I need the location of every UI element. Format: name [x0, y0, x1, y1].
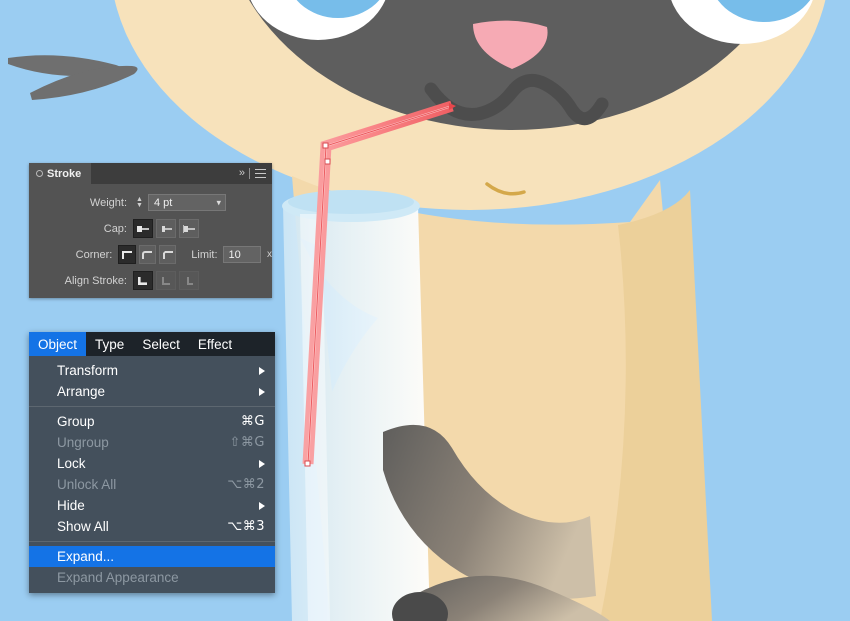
- menu-item-unlock-all: Unlock All ⌥⌘2: [29, 474, 275, 495]
- stroke-panel-title: Stroke: [47, 167, 82, 180]
- align-stroke-row: Align Stroke:: [29, 270, 272, 291]
- menu-item-label: Ungroup: [57, 435, 109, 450]
- menu-item-label: Group: [57, 414, 95, 429]
- menu-item-group[interactable]: Group ⌘G: [29, 411, 275, 432]
- panel-menu-icon[interactable]: [255, 169, 266, 178]
- weight-input[interactable]: 4 pt ▾: [148, 194, 226, 211]
- menu-separator: [29, 406, 275, 407]
- menubar-item-label: Effect: [197, 336, 233, 352]
- menu-item-label: Lock: [57, 456, 86, 471]
- menubar-item-effect[interactable]: Effect: [189, 332, 241, 356]
- align-inside-icon[interactable]: [156, 271, 176, 290]
- weight-value: 4 pt: [154, 196, 173, 209]
- menu-item-label: Arrange: [57, 384, 106, 399]
- align-stroke-label: Align Stroke:: [64, 274, 127, 287]
- panel-tab-dot-icon: [36, 170, 43, 177]
- cap-row: Cap:: [29, 218, 272, 239]
- menu-separator: [29, 541, 275, 542]
- menu-item-shortcut: ⌘G: [240, 414, 265, 429]
- limit-value: 10: [228, 248, 241, 261]
- menubar-item-label: Type: [95, 336, 125, 352]
- menu-item-label: Hide: [57, 498, 85, 513]
- menu-item-label: Unlock All: [57, 477, 117, 492]
- menu-item-label: Expand Appearance: [57, 570, 179, 585]
- screenshot-stage: Stroke » Weight: ▲ ▼ 4 pt ▾ Cap: Corner:…: [0, 0, 850, 621]
- menu-item-label: Show All: [57, 519, 109, 534]
- weight-row: Weight: ▲ ▼ 4 pt ▾: [29, 192, 272, 213]
- miter-join-icon[interactable]: [118, 245, 136, 264]
- menubar-item-label: Select: [142, 336, 180, 352]
- bevel-join-icon[interactable]: [158, 245, 177, 264]
- header-divider: [249, 168, 250, 179]
- align-center-icon[interactable]: [133, 271, 153, 290]
- menu-item-ungroup: Ungroup ⇧⌘G: [29, 432, 275, 453]
- butt-cap-icon[interactable]: [133, 219, 153, 238]
- submenu-arrow-icon: [259, 501, 265, 510]
- stroke-panel-tab[interactable]: Stroke: [29, 163, 92, 184]
- submenu-arrow-icon: [259, 387, 265, 396]
- limit-label: Limit:: [191, 248, 218, 261]
- stroke-panel-body: Weight: ▲ ▼ 4 pt ▾ Cap: Corner: Limit: 1…: [29, 184, 272, 291]
- menu-item-list: Transform Arrange Group ⌘G Ungroup ⇧⌘G Lock Unl…: [29, 356, 275, 593]
- align-outside-icon[interactable]: [179, 271, 199, 290]
- corner-row: Corner: Limit: 10 x: [29, 244, 272, 265]
- menu-item-arrange[interactable]: Arrange: [29, 381, 275, 402]
- corner-label: Corner:: [75, 248, 113, 261]
- menu-item-expand[interactable]: Expand...: [29, 546, 275, 567]
- stroke-panel-header-controls: »: [239, 163, 272, 184]
- menu-item-expand-appearance: Expand Appearance: [29, 567, 275, 588]
- projecting-cap-icon[interactable]: [179, 219, 199, 238]
- menu-item-shortcut: ⌥⌘2: [227, 477, 265, 492]
- round-join-icon[interactable]: [138, 245, 156, 264]
- stroke-panel: Stroke » Weight: ▲ ▼ 4 pt ▾ Cap: Corner:…: [29, 163, 272, 298]
- menu-item-label: Transform: [57, 363, 119, 378]
- menubar-item-type[interactable]: Type: [86, 332, 133, 356]
- limit-input[interactable]: 10: [222, 246, 262, 263]
- menu-item-transform[interactable]: Transform: [29, 360, 275, 381]
- stroke-panel-header: Stroke »: [29, 163, 272, 184]
- stepper-down-icon[interactable]: ▼: [136, 202, 143, 209]
- submenu-arrow-icon: [259, 366, 265, 375]
- menu-item-label: Expand...: [57, 549, 115, 564]
- object-menu: Object Type Select Effect Transform Arrange G…: [29, 332, 275, 593]
- menubar-item-select[interactable]: Select: [133, 332, 189, 356]
- double-chevron-right-icon[interactable]: »: [239, 168, 245, 179]
- cap-label: Cap:: [103, 222, 127, 235]
- menu-bar: Object Type Select Effect: [29, 332, 275, 356]
- menu-item-show-all[interactable]: Show All ⌥⌘3: [29, 516, 275, 537]
- round-cap-icon[interactable]: [156, 219, 176, 238]
- menu-item-lock[interactable]: Lock: [29, 453, 275, 474]
- menu-item-shortcut: ⌥⌘3: [227, 519, 265, 534]
- limit-suffix: x: [267, 249, 273, 260]
- menubar-item-label: Object: [38, 336, 78, 352]
- chevron-down-icon[interactable]: ▾: [216, 197, 221, 208]
- weight-label: Weight:: [89, 196, 127, 209]
- weight-stepper[interactable]: ▲ ▼: [133, 193, 146, 212]
- menu-item-hide[interactable]: Hide: [29, 495, 275, 516]
- menu-item-shortcut: ⇧⌘G: [229, 435, 265, 450]
- submenu-arrow-icon: [259, 459, 265, 468]
- menubar-item-object[interactable]: Object: [29, 332, 87, 356]
